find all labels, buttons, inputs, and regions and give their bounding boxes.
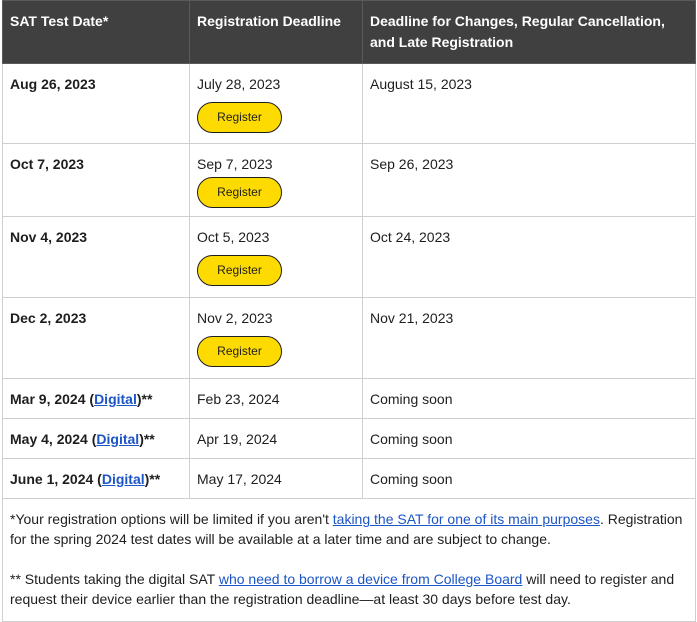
change-deadline-cell: Coming soon	[362, 378, 696, 419]
registration-deadline-cell: Feb 23, 2024	[189, 378, 363, 419]
table-row: Aug 26, 2023 July 28, 2023 Register Augu…	[2, 63, 696, 144]
digital-open-paren: (	[93, 471, 102, 487]
table-row: Dec 2, 2023 Nov 2, 2023 Register Nov 21,…	[2, 297, 696, 379]
main-purposes-link[interactable]: taking the SAT for one of its main purpo…	[333, 511, 600, 527]
change-deadline-cell: Sep 26, 2023	[362, 143, 696, 217]
registration-deadline-cell: Apr 19, 2024	[189, 418, 363, 459]
registration-deadline-cell: Sep 7, 2023 Register	[189, 143, 363, 217]
borrow-device-link[interactable]: who need to borrow a device from College…	[219, 571, 523, 587]
test-date-text: June 1, 2024	[10, 471, 94, 487]
digital-link[interactable]: Digital	[96, 431, 139, 447]
footnote-digital-device: ** Students taking the digital SAT who n…	[10, 569, 687, 609]
sat-dates-table: SAT Test Date* Registration Deadline Dea…	[2, 0, 696, 622]
change-deadline-cell: Coming soon	[362, 418, 696, 459]
registration-deadline-text: Nov 2, 2023	[197, 310, 273, 326]
header-change-deadline: Deadline for Changes, Regular Cancellati…	[362, 0, 696, 64]
registration-deadline-cell: July 28, 2023 Register	[189, 63, 363, 144]
test-date-cell: Oct 7, 2023	[2, 143, 190, 217]
change-deadline-cell: Oct 24, 2023	[362, 216, 696, 298]
table-header-row: SAT Test Date* Registration Deadline Dea…	[2, 0, 696, 64]
table-row: June 1, 2024 (Digital)** May 17, 2024 Co…	[2, 458, 696, 499]
table-notes-row: *Your registration options will be limit…	[2, 498, 696, 622]
digital-footnote-mark: )**	[139, 431, 155, 447]
test-date-cell: Dec 2, 2023	[2, 297, 190, 379]
footnote-registration: *Your registration options will be limit…	[10, 509, 687, 549]
sat-dates-table-container: SAT Test Date* Registration Deadline Dea…	[2, 0, 696, 622]
footnote-text: ** Students taking the digital SAT	[10, 571, 219, 587]
change-deadline-cell: August 15, 2023	[362, 63, 696, 144]
test-date-cell: Nov 4, 2023	[2, 216, 190, 298]
test-date-cell: June 1, 2024 (Digital)**	[2, 458, 190, 499]
registration-deadline-text: Sep 7, 2023	[197, 156, 273, 172]
test-date-cell: Aug 26, 2023	[2, 63, 190, 144]
digital-footnote-mark: )**	[136, 391, 153, 407]
test-date-cell: Mar 9, 2024 (Digital)**	[2, 378, 190, 419]
test-date-text: May 4, 2024	[10, 431, 88, 447]
footnotes-cell: *Your registration options will be limit…	[2, 498, 696, 622]
test-date-text: Mar 9, 2024	[10, 391, 86, 407]
footnote-text: *Your registration options will be limit…	[10, 511, 333, 527]
change-deadline-cell: Coming soon	[362, 458, 696, 499]
header-test-date: SAT Test Date*	[2, 0, 190, 64]
register-button[interactable]: Register	[197, 102, 282, 133]
registration-deadline-text: Oct 5, 2023	[197, 229, 270, 245]
registration-deadline-cell: May 17, 2024	[189, 458, 363, 499]
table-row: Nov 4, 2023 Oct 5, 2023 Register Oct 24,…	[2, 216, 696, 298]
test-date-cell: May 4, 2024 (Digital)**	[2, 418, 190, 459]
table-row: May 4, 2024 (Digital)** Apr 19, 2024 Com…	[2, 418, 696, 459]
table-row: Mar 9, 2024 (Digital)** Feb 23, 2024 Com…	[2, 378, 696, 419]
register-button[interactable]: Register	[197, 255, 282, 286]
header-registration-deadline: Registration Deadline	[189, 0, 363, 64]
change-deadline-cell: Nov 21, 2023	[362, 297, 696, 379]
registration-deadline-cell: Oct 5, 2023 Register	[189, 216, 363, 298]
digital-link[interactable]: Digital	[94, 391, 137, 407]
digital-footnote-mark: )**	[144, 471, 161, 487]
table-row: Oct 7, 2023 Sep 7, 2023 Register Sep 26,…	[2, 143, 696, 217]
registration-deadline-text: July 28, 2023	[197, 76, 281, 92]
digital-link[interactable]: Digital	[102, 471, 145, 487]
registration-deadline-cell: Nov 2, 2023 Register	[189, 297, 363, 379]
register-button[interactable]: Register	[197, 336, 282, 367]
digital-open-paren: (	[85, 391, 95, 407]
register-button[interactable]: Register	[197, 177, 282, 208]
